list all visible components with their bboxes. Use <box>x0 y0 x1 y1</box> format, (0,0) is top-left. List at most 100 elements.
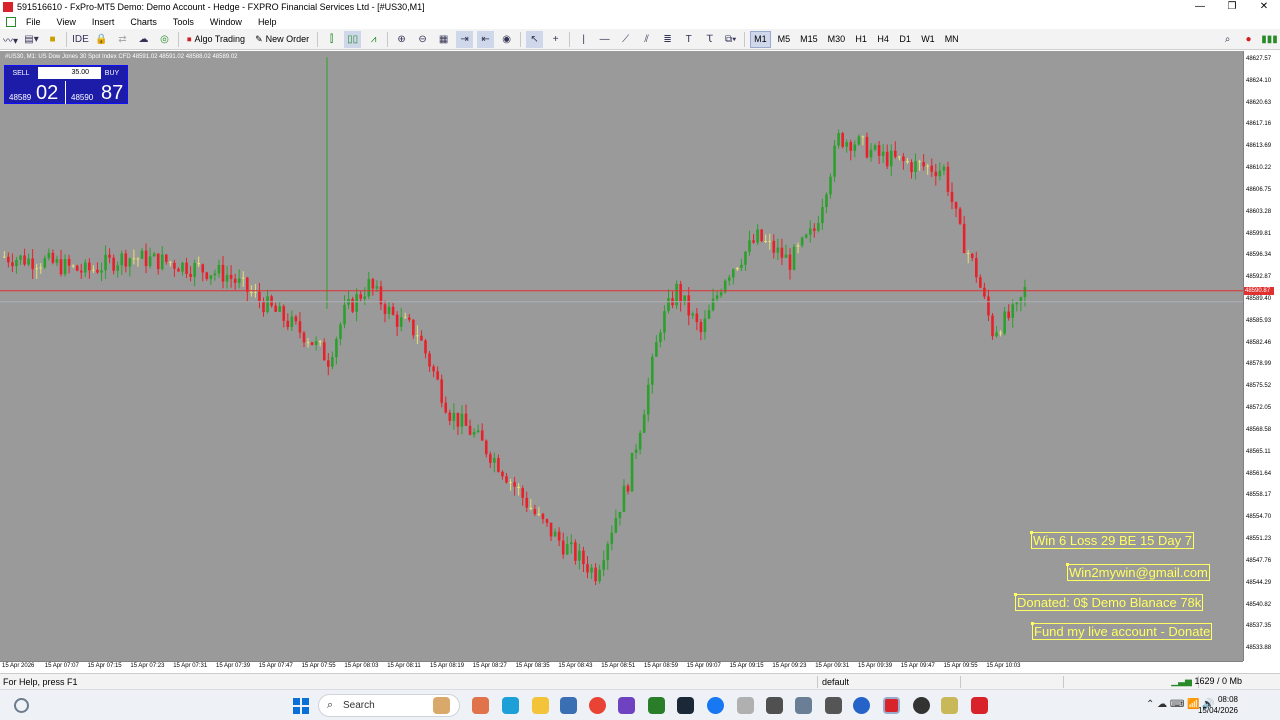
bar-chart-icon[interactable]: ⫿ <box>323 31 340 48</box>
algo-trading-button[interactable]: ⏹ Algo Trading <box>184 31 248 48</box>
fund-annotation[interactable]: Fund my live account - Donate <box>1030 622 1213 640</box>
horizontal-line-icon[interactable]: — <box>596 31 613 48</box>
store-icon[interactable] <box>560 697 577 714</box>
timeframe-h1[interactable]: H1 <box>852 31 870 48</box>
stats-annotation[interactable]: Win 6 Loss 29 BE 15 Day 7 <box>1030 531 1194 549</box>
start-button[interactable] <box>293 698 309 714</box>
crosshair-icon[interactable]: + <box>547 31 564 48</box>
timeframe-m30[interactable]: M30 <box>825 31 849 48</box>
facebook-icon[interactable] <box>707 697 724 714</box>
shapes-icon[interactable]: ⧉▾ <box>722 31 739 48</box>
chart-type-icon[interactable]: 〰▾ <box>2 31 19 48</box>
clock[interactable]: 08:08 15/04/2026 <box>1198 694 1238 716</box>
sell-button[interactable]: SELL <box>6 67 36 80</box>
connection-icon[interactable]: ▮▮▮ <box>1261 31 1278 48</box>
lot-size-input[interactable]: 35.00 <box>38 67 101 79</box>
close-button[interactable]: ✕ <box>1248 0 1280 14</box>
taskbar-widget-icon[interactable] <box>433 697 450 714</box>
app-icon-15[interactable] <box>853 697 870 714</box>
market-icon[interactable]: ◎ <box>156 31 173 48</box>
app-icon-17[interactable] <box>913 697 930 714</box>
candle-body <box>776 247 780 253</box>
app-icon-14[interactable] <box>825 697 842 714</box>
edge-icon[interactable] <box>502 697 519 714</box>
candle-body <box>233 278 237 283</box>
vertical-line-icon[interactable]: | <box>575 31 592 48</box>
sell-price[interactable]: 48589 02 <box>6 81 66 104</box>
widgets-icon[interactable] <box>14 698 29 713</box>
candlestick-icon[interactable]: ▯▯ <box>344 30 362 48</box>
cursor-icon[interactable]: ↖ <box>526 30 544 48</box>
autoscroll-icon[interactable]: ⇥ <box>456 30 474 48</box>
app-icon-12[interactable] <box>766 697 783 714</box>
copilot-icon[interactable] <box>472 697 489 714</box>
zoom-out-icon[interactable]: ⊖ <box>414 31 431 48</box>
price-tick-label: 48568.58 <box>1246 426 1272 433</box>
notifications-icon[interactable]: ● <box>1240 31 1257 48</box>
buy-button[interactable]: BUY <box>98 67 126 80</box>
donated-annotation[interactable]: Donated: 0$ Demo Blanace 78k <box>1013 593 1204 611</box>
timeframe-m5[interactable]: M5 <box>775 31 794 48</box>
lock-icon[interactable]: 🔒 <box>93 31 110 48</box>
minimize-button[interactable]: — <box>1184 0 1216 14</box>
app-icon-8[interactable] <box>648 697 665 714</box>
timeframe-w1[interactable]: W1 <box>918 31 938 48</box>
line-chart-icon[interactable]: ⩘ <box>365 31 382 48</box>
vps-icon[interactable]: ☁ <box>135 31 152 48</box>
file-explorer-icon[interactable] <box>532 697 549 714</box>
screenshot-icon[interactable]: ◉ <box>498 31 515 48</box>
app-icon-7[interactable] <box>618 697 635 714</box>
menu-view[interactable]: View <box>49 17 84 27</box>
timeframe-h4[interactable]: H4 <box>874 31 892 48</box>
timeframe-m1[interactable]: M1 <box>750 30 771 48</box>
app-icon-13[interactable] <box>795 697 812 714</box>
price-chart[interactable]: #US30, M1: US Dow Jones 30 Spot Index CF… <box>0 51 1243 661</box>
app-icon-18[interactable] <box>941 697 958 714</box>
email-annotation[interactable]: Win2mywin@gmail.com <box>1066 563 1210 581</box>
app-icon-11[interactable] <box>737 697 754 714</box>
candle-body <box>979 277 982 288</box>
price-tick-label: 48537.35 <box>1246 623 1272 630</box>
menu-tools[interactable]: Tools <box>165 17 202 27</box>
candle-body <box>740 264 743 268</box>
candle-body <box>484 440 488 455</box>
candle-body <box>934 171 938 177</box>
timeframe-m15[interactable]: M15 <box>797 31 821 48</box>
candle-body <box>148 256 152 267</box>
buy-price[interactable]: 48590 87 <box>68 81 128 104</box>
signals-icon[interactable]: ⇄ <box>114 31 131 48</box>
text-icon[interactable]: T <box>680 31 697 48</box>
timeframe-mn[interactable]: MN <box>942 31 962 48</box>
menu-file[interactable]: File <box>18 17 49 27</box>
chrome-icon[interactable] <box>589 697 606 714</box>
status-divider <box>1063 676 1064 688</box>
time-tick-label: 15 Apr 09:31 <box>815 663 850 669</box>
menu-insert[interactable]: Insert <box>84 17 123 27</box>
candle-body <box>930 165 934 172</box>
timeframe-d1[interactable]: D1 <box>896 31 914 48</box>
fibonacci-icon[interactable]: ≣ <box>659 31 676 48</box>
fxpro-icon[interactable] <box>971 697 988 714</box>
zoom-in-icon[interactable]: ⊕ <box>393 31 410 48</box>
candle-body <box>703 318 707 333</box>
menu-charts[interactable]: Charts <box>122 17 165 27</box>
metaeditor-icon[interactable]: IDE <box>72 31 89 48</box>
search-icon[interactable]: ⌕ <box>1219 31 1236 48</box>
time-tick-label: 15 Apr 09:15 <box>729 663 764 669</box>
clock-date: 15/04/2026 <box>1197 706 1238 715</box>
market-watch-icon[interactable]: ■ <box>44 31 61 48</box>
candle-body <box>849 142 853 151</box>
restore-button[interactable]: ❐ <box>1216 0 1248 14</box>
trendline-icon[interactable]: ⟋ <box>617 31 634 48</box>
chart-shift-icon[interactable]: ⇤ <box>477 30 495 48</box>
channel-icon[interactable]: ⫽ <box>638 31 655 48</box>
steam-icon[interactable] <box>677 697 694 714</box>
new-order-button[interactable]: ✎ New Order <box>252 31 312 48</box>
menu-window[interactable]: Window <box>202 17 250 27</box>
candle-body <box>266 296 269 313</box>
grid-icon[interactable]: ▦ <box>435 31 452 48</box>
templates-icon[interactable]: ▤▾ <box>23 31 40 48</box>
text-label-icon[interactable]: Ꚍ <box>701 31 718 48</box>
menu-help[interactable]: Help <box>250 17 285 27</box>
fxpro-active-icon[interactable] <box>883 697 900 714</box>
